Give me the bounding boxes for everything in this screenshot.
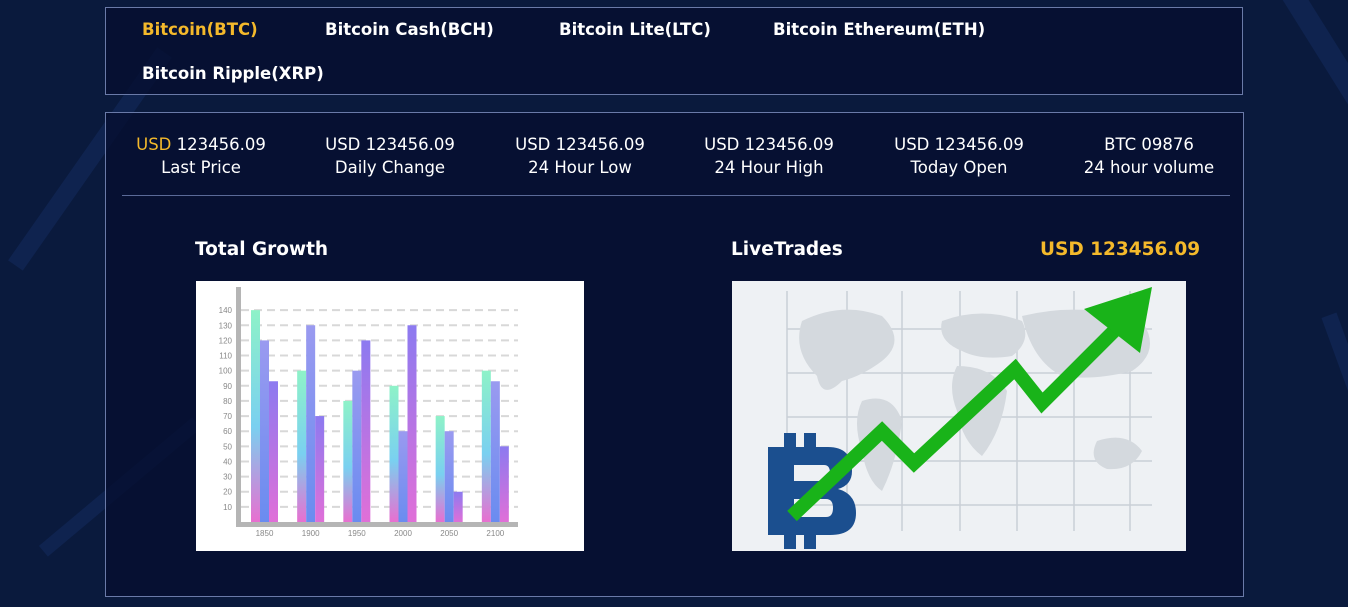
stat-value: 123456.09 xyxy=(365,135,455,154)
stat-currency: USD xyxy=(894,135,930,154)
stat-label: Last Price xyxy=(161,158,241,177)
stat-value: 123456.09 xyxy=(744,135,834,154)
bg-stripe xyxy=(1245,0,1348,213)
chart-bar xyxy=(444,431,454,522)
stat-value: 123456.09 xyxy=(934,135,1024,154)
chart-bar xyxy=(306,325,316,522)
stat-label: 24 Hour High xyxy=(714,158,824,177)
market-panel: USD 123456.09 Last Price USD 123456.09 D… xyxy=(105,112,1244,597)
stat-label: 24 Hour Low xyxy=(528,158,632,177)
tab-bch[interactable]: Bitcoin Cash(BCH) xyxy=(325,20,494,39)
stat-currency: BTC xyxy=(1104,135,1137,154)
y-tick-label: 120 xyxy=(219,336,233,345)
chart-bar xyxy=(490,381,500,522)
chart-bar xyxy=(260,340,269,522)
chart-bar xyxy=(251,310,260,522)
y-tick-label: 80 xyxy=(223,397,232,406)
stat-label: Today Open xyxy=(910,158,1008,177)
chart-bar xyxy=(269,381,278,522)
stat-daily-change: USD 123456.09 Daily Change xyxy=(295,133,485,179)
y-tick-label: 50 xyxy=(223,442,232,451)
trend-illustration xyxy=(768,287,1152,549)
stats-divider xyxy=(122,195,1230,196)
y-tick-label: 140 xyxy=(219,306,233,315)
stat-value: 09876 xyxy=(1141,135,1194,154)
x-tick-label: 1900 xyxy=(302,529,320,538)
live-trades-price: USD 123456.09 xyxy=(1040,239,1201,260)
stat-24h-high: USD 123456.09 24 Hour High xyxy=(674,133,864,179)
tab-btc[interactable]: Bitcoin(BTC) xyxy=(142,20,258,39)
y-tick-label: 60 xyxy=(223,427,232,436)
chart-bar xyxy=(407,325,417,522)
stat-currency: USD xyxy=(515,135,551,154)
stat-24h-low: USD 123456.09 24 Hour Low xyxy=(485,133,675,179)
growth-chart-panel: 10 20 30 40 50 60 70 80 90 100 110 120 130 140 1850 190… xyxy=(196,281,584,551)
y-tick-label: 20 xyxy=(223,488,232,497)
x-axis xyxy=(236,522,518,527)
currency-tabs: Bitcoin(BTC) Bitcoin Cash(BCH) Bitcoin L… xyxy=(105,7,1243,95)
x-tick-label: 2100 xyxy=(486,529,504,538)
chart-bar xyxy=(481,370,491,522)
chart-bar xyxy=(398,431,408,522)
live-trades-title: LiveTrades xyxy=(731,239,843,260)
y-tick-label: 40 xyxy=(223,457,232,466)
stat-value: 123456.09 xyxy=(176,135,266,154)
chart-bar xyxy=(499,446,509,522)
chart-bar xyxy=(297,370,307,522)
tab-ltc[interactable]: Bitcoin Lite(LTC) xyxy=(559,20,711,39)
bg-stripe xyxy=(1321,312,1348,544)
y-tick-label: 130 xyxy=(219,321,233,330)
growth-bar-chart: 10 20 30 40 50 60 70 80 90 100 110 120 130 140 1850 190… xyxy=(219,287,518,538)
y-tick-label: 100 xyxy=(219,367,233,376)
live-trades-image xyxy=(732,281,1186,551)
stat-last-price: USD 123456.09 Last Price xyxy=(106,133,296,179)
y-tick-label: 90 xyxy=(223,382,232,391)
chart-bar xyxy=(361,340,371,522)
stat-label: Daily Change xyxy=(334,158,446,177)
y-axis xyxy=(236,287,241,526)
stat-currency: USD xyxy=(136,135,172,154)
stat-today-open: USD 123456.09 Today Open xyxy=(864,133,1054,179)
total-growth-title: Total Growth xyxy=(195,239,329,260)
stat-label: 24 hour volume xyxy=(1083,158,1215,177)
y-tick-label: 10 xyxy=(223,503,232,512)
stat-24h-volume: BTC 09876 24 hour volume xyxy=(1054,133,1244,179)
chart-bar xyxy=(435,416,445,522)
x-tick-label: 2000 xyxy=(394,529,412,538)
stat-value: 123456.09 xyxy=(555,135,645,154)
chart-bar xyxy=(315,416,325,522)
chart-bar xyxy=(389,385,399,522)
stat-currency: USD xyxy=(704,135,740,154)
y-tick-label: 70 xyxy=(223,412,232,421)
tab-xrp[interactable]: Bitcoin Ripple(XRP) xyxy=(142,64,324,83)
stat-currency: USD xyxy=(325,135,361,154)
x-tick-label: 1950 xyxy=(348,529,366,538)
x-tick-label: 1850 xyxy=(256,529,274,538)
tab-eth[interactable]: Bitcoin Ethereum(ETH) xyxy=(773,20,985,39)
y-tick-label: 110 xyxy=(219,352,232,361)
chart-bar xyxy=(352,370,362,522)
x-tick-label: 2050 xyxy=(440,529,458,538)
chart-bar xyxy=(343,400,353,522)
chart-bar xyxy=(453,491,463,522)
y-tick-label: 30 xyxy=(223,473,232,482)
